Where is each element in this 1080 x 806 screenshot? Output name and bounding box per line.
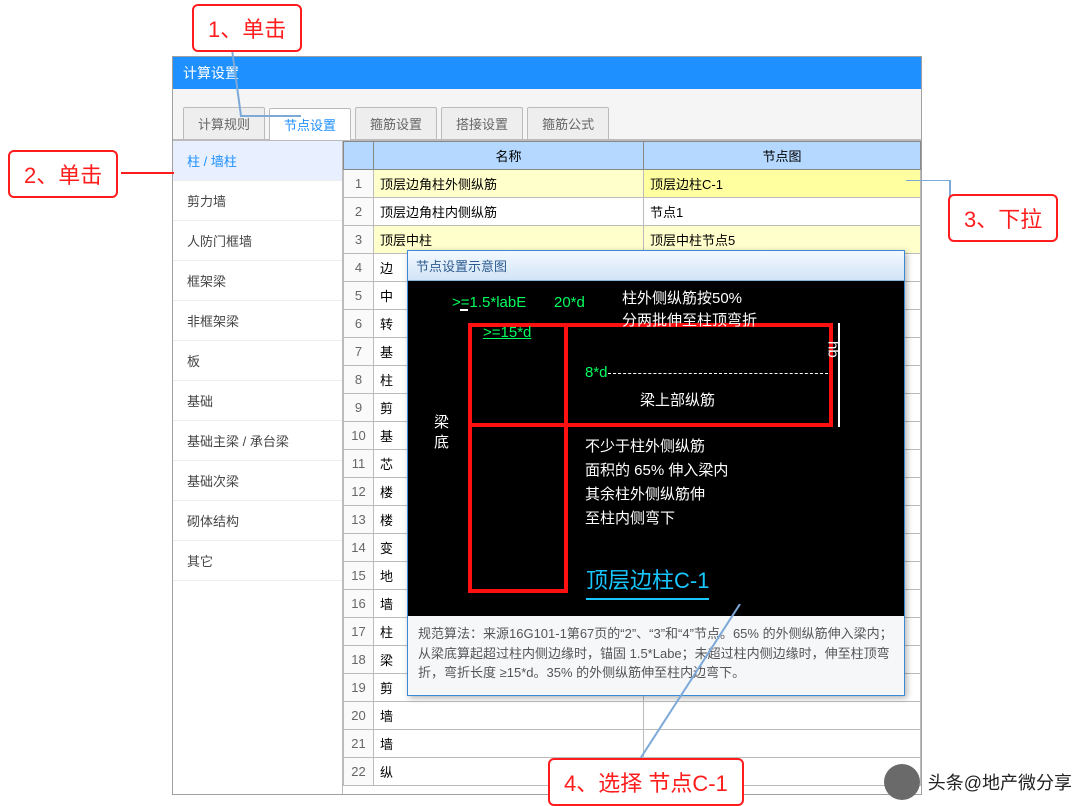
callout-3: 3、下拉 <box>948 194 1058 242</box>
diagram-text-beambottom: 梁底 <box>434 413 454 452</box>
sidebar-item[interactable]: 砌体结构 <box>173 501 342 541</box>
row-number: 19 <box>344 674 374 702</box>
cell-node[interactable] <box>644 702 921 730</box>
tabstrip: 计算规则 节点设置 箍筋设置 搭接设置 箍筋公式 <box>173 107 921 140</box>
cell-name[interactable]: 墙 <box>374 730 644 758</box>
row-number: 7 <box>344 338 374 366</box>
row-number: 5 <box>344 282 374 310</box>
diagram-label: 顶层边柱C-1 <box>586 567 709 600</box>
table-row[interactable]: 1顶层边角柱外侧纵筋顶层边柱C-1 <box>344 170 921 198</box>
tab-stirrup-settings[interactable]: 箍筋设置 <box>355 107 437 139</box>
row-number: 13 <box>344 506 374 534</box>
diagram-text-b1: 不少于柱外侧纵筋 <box>585 437 705 457</box>
col-name: 名称 <box>374 142 644 170</box>
row-number: 16 <box>344 590 374 618</box>
avatar-icon <box>884 764 920 800</box>
diagram-text-b4: 至柱内侧弯下 <box>585 509 675 529</box>
table-row[interactable]: 21墙 <box>344 730 921 758</box>
diagram-popup: 节点设置示意图 >=1.5*labE 20*d >=15*d 8*d 柱外侧纵筋… <box>407 250 905 696</box>
row-number: 1 <box>344 170 374 198</box>
sidebar-item[interactable]: 柱 / 墙柱 <box>173 141 342 181</box>
row-number: 11 <box>344 450 374 478</box>
popup-note: 规范算法：来源16G101-1第67页的“2”、“3”和“4”节点。65% 的外… <box>408 616 904 695</box>
sidebar-item[interactable]: 其它 <box>173 541 342 581</box>
sidebar-item[interactable]: 剪力墙 <box>173 181 342 221</box>
table-row[interactable]: 2顶层边角柱内侧纵筋节点1 <box>344 198 921 226</box>
tab-stirrup-formula[interactable]: 箍筋公式 <box>527 107 609 139</box>
row-number: 15 <box>344 562 374 590</box>
col-rownum <box>344 142 374 170</box>
row-number: 14 <box>344 534 374 562</box>
row-number: 9 <box>344 394 374 422</box>
row-number: 18 <box>344 646 374 674</box>
cell-node[interactable] <box>644 730 921 758</box>
sidebar-item[interactable]: 板 <box>173 341 342 381</box>
callout-2: 2、单击 <box>8 150 118 198</box>
sidebar-item[interactable]: 基础次梁 <box>173 461 342 501</box>
callout-1: 1、单击 <box>192 4 302 52</box>
diagram-measure-8d: 8*d <box>585 363 608 383</box>
callout-4: 4、选择 节点C-1 <box>548 758 744 806</box>
watermark: 头条@地产微分享 <box>884 764 1072 800</box>
popup-title: 节点设置示意图 <box>408 251 904 281</box>
row-number: 12 <box>344 478 374 506</box>
sidebar-item[interactable]: 人防门框墙 <box>173 221 342 261</box>
sidebar-item[interactable]: 框架梁 <box>173 261 342 301</box>
row-number: 22 <box>344 758 374 786</box>
row-number: 2 <box>344 198 374 226</box>
sidebar-item[interactable]: 基础 <box>173 381 342 421</box>
diagram-text-b2: 面积的 65% 伸入梁内 <box>585 461 728 481</box>
tab-lap-settings[interactable]: 搭接设置 <box>441 107 523 139</box>
row-number: 3 <box>344 226 374 254</box>
cell-name[interactable]: 顶层边角柱外侧纵筋 <box>374 170 644 198</box>
diagram-measure-20d: 20*d <box>554 293 585 313</box>
diagram-text-top2: 分两批伸至柱顶弯折 <box>622 311 757 331</box>
col-node: 节点图 <box>644 142 921 170</box>
table-row[interactable]: 20墙 <box>344 702 921 730</box>
diagram-text-top1: 柱外侧纵筋按50% <box>622 289 742 309</box>
cell-name[interactable]: 墙 <box>374 702 644 730</box>
row-number: 10 <box>344 422 374 450</box>
row-number: 4 <box>344 254 374 282</box>
tab-calculation-rules[interactable]: 计算规则 <box>183 107 265 139</box>
sidebar: 柱 / 墙柱剪力墙人防门框墙框架梁非框架梁板基础基础主梁 / 承台梁基础次梁砌体… <box>173 141 343 794</box>
row-number: 21 <box>344 730 374 758</box>
diagram-text-beamtop: 梁上部纵筋 <box>640 391 715 411</box>
sidebar-item[interactable]: 非框架梁 <box>173 301 342 341</box>
row-number: 20 <box>344 702 374 730</box>
cell-name[interactable]: 顶层边角柱内侧纵筋 <box>374 198 644 226</box>
diagram-measure-15d: >=15*d <box>483 323 531 343</box>
row-number: 17 <box>344 618 374 646</box>
row-number: 6 <box>344 310 374 338</box>
cell-node[interactable]: 节点1 <box>644 198 921 226</box>
row-number: 8 <box>344 366 374 394</box>
cell-node[interactable]: 顶层边柱C-1 <box>644 170 921 198</box>
diagram-text-b3: 其余柱外侧纵筋伸 <box>585 485 705 505</box>
sidebar-item[interactable]: 基础主梁 / 承台梁 <box>173 421 342 461</box>
tab-node-settings[interactable]: 节点设置 <box>269 108 351 140</box>
diagram-canvas: >=1.5*labE 20*d >=15*d 8*d 柱外侧纵筋按50% 分两批… <box>408 281 904 616</box>
watermark-text: 头条@地产微分享 <box>928 769 1072 795</box>
window-title: 计算设置 <box>173 57 921 89</box>
